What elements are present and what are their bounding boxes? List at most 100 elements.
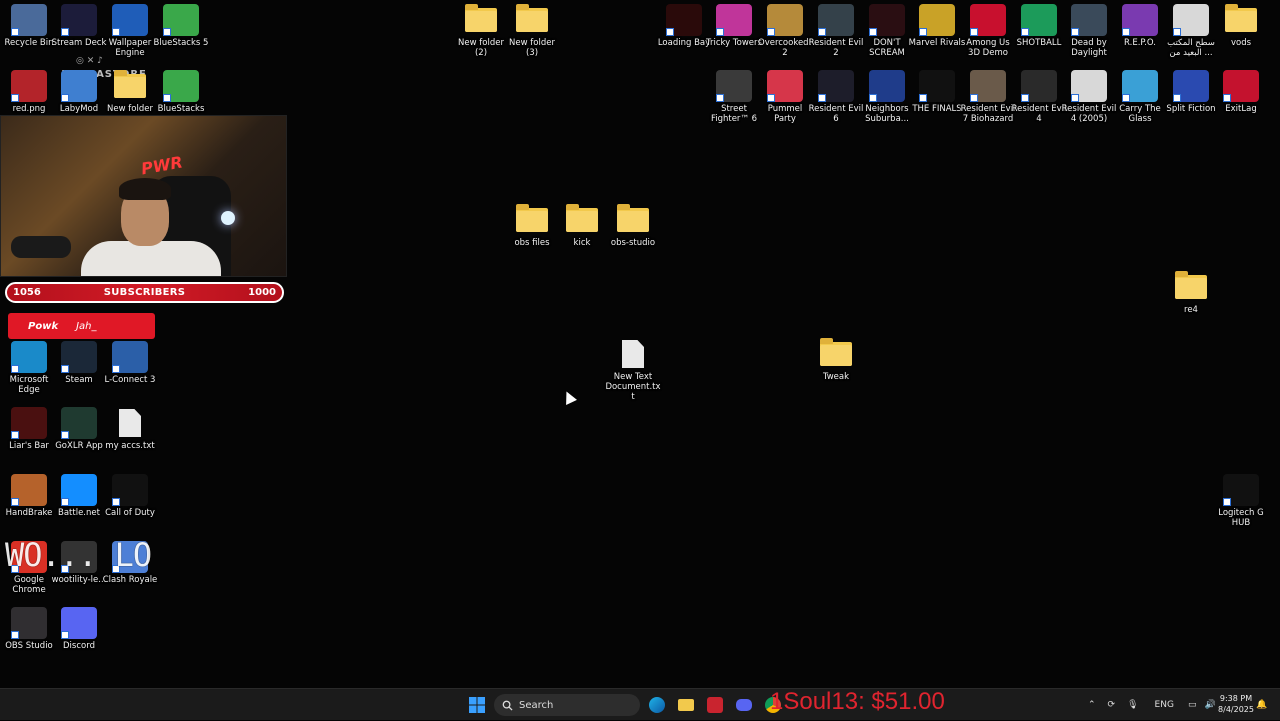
bell-icon: 🔔 (1256, 700, 1268, 710)
desktop-icon-label: New folder (107, 104, 153, 114)
carry-the-glass-icon (1122, 70, 1158, 102)
desktop-icon[interactable]: Among Us 3D Demo (959, 4, 1017, 58)
desktop-icon-label: Carry The Glass (1119, 104, 1161, 124)
desktop-icon[interactable]: Tweak (807, 338, 865, 382)
desktop-icon-label: Among Us 3D Demo (966, 38, 1010, 58)
folder-icon (114, 70, 146, 98)
desktop-icon[interactable]: Wallpaper Engine (101, 4, 159, 58)
desktop-icon-label: Resident Evil 7 Biohazard (960, 104, 1016, 124)
taskbar-search[interactable]: Search (494, 694, 640, 716)
taskbar-discord[interactable] (733, 694, 755, 716)
desktop-icon[interactable]: Resident Evil 6 (807, 70, 865, 124)
discord-icon (61, 607, 97, 639)
taskbar-app-red[interactable] (704, 694, 726, 716)
microphone-icon[interactable]: 🎙 (1127, 700, 1138, 710)
desktop-icon-label: Stream Deck (51, 38, 107, 48)
dont-scream-icon (869, 4, 905, 36)
webcam-feed: PWR (0, 115, 287, 277)
edge-icon (11, 341, 47, 373)
desktop-icon-label: Resident Evil 2 (808, 38, 864, 58)
desktop-icon-label: Steam (65, 375, 93, 385)
webcam-light (221, 211, 235, 225)
desktop-icon[interactable]: BlueStacks 5 (152, 4, 210, 48)
streamer-name-tag: Powk Jah_ (8, 313, 155, 339)
desktop-icon[interactable]: Call of Duty (101, 474, 159, 518)
folder-icon (566, 204, 598, 232)
resident-evil-icon (970, 70, 1006, 102)
desktop-icon[interactable]: Tricky Towers (705, 4, 763, 48)
streamer-name: Jah_ (76, 320, 97, 332)
edge-icon (649, 697, 665, 713)
clock-date: 8/4/2025 (1218, 705, 1254, 714)
desktop-icon[interactable]: Resident Evil 4 (2005) (1060, 70, 1118, 124)
desktop-icon[interactable]: my accs.txt (101, 407, 159, 451)
desktop-icon-label: Street Fighter™ 6 (710, 104, 758, 124)
desktop-icon[interactable]: Pummel Party (756, 70, 814, 124)
among-us-icon (970, 4, 1006, 36)
desktop-icon-label: R.E.P.O. (1124, 38, 1156, 48)
labymod-icon (61, 70, 97, 102)
desktop-icon-label: Marvel Rivals (908, 38, 966, 48)
desktop-icon[interactable]: New folder (3) (503, 4, 561, 58)
desktop-icon[interactable]: Dead by Daylight (1060, 4, 1118, 58)
desktop-icon[interactable]: LabyMod (50, 70, 108, 114)
start-button[interactable] (466, 694, 488, 716)
desktop-icon[interactable]: L-Connect 3 (101, 341, 159, 385)
desktop-icon[interactable]: Battle.net (50, 474, 108, 518)
desktop-icon[interactable]: Marvel Rivals (908, 4, 966, 48)
windows-icon (469, 697, 485, 713)
logitech-icon (1223, 474, 1259, 506)
desktop-icon[interactable]: Stream Deck (50, 4, 108, 48)
desktop-icon[interactable]: BlueStacks (152, 70, 210, 114)
desktop-icon[interactable]: Overcooked! 2 (756, 4, 814, 58)
remote-desktop-icon (1173, 4, 1209, 36)
desktop-icon[interactable]: Resident Evil 7 Biohazard (959, 70, 1017, 124)
webcam-neon-sign: PWR (139, 152, 185, 179)
desktop-icon[interactable]: obs-studio (604, 204, 662, 248)
taskbar-edge[interactable] (646, 694, 668, 716)
desktop-icon-label: New Text Document.txt (605, 372, 661, 402)
repo-icon (1122, 4, 1158, 36)
desktop-icon[interactable]: Discord (50, 607, 108, 651)
text-file-icon (119, 409, 141, 437)
street-fighter-icon (716, 70, 752, 102)
resident-evil-icon (1021, 70, 1057, 102)
sync-icon[interactable]: ⟳ (1108, 700, 1116, 710)
webcam-person-body (81, 241, 221, 276)
desktop-icon[interactable]: Resident Evil 2 (807, 4, 865, 58)
folder-icon (516, 204, 548, 232)
stream-overlay-text: WO... LO (5, 536, 152, 574)
text-file-icon (622, 340, 644, 368)
desktop-icon-label: Resident Evil 4 (2005) (1061, 104, 1117, 124)
folder-icon (617, 204, 649, 232)
desktop-icon[interactable]: vods (1212, 4, 1270, 48)
desktop-icon[interactable]: Logitech G HUB (1212, 474, 1270, 528)
dead-by-daylight-icon (1071, 4, 1107, 36)
desktop-icon[interactable]: Steam (50, 341, 108, 385)
taskbar-clock[interactable]: 9:38 PM 8/4/2025 (1214, 693, 1258, 715)
desktop-icon[interactable]: kick (553, 204, 611, 248)
desktop-icon[interactable]: GoXLR App (50, 407, 108, 451)
desktop-icon[interactable]: New Text Document.txt (604, 338, 662, 402)
desktop-icon[interactable]: Street Fighter™ 6 (705, 70, 763, 124)
language-indicator[interactable]: ENG (1155, 700, 1174, 710)
desktop-icon[interactable]: THE FINALS (908, 70, 966, 114)
network-icon[interactable]: ▭ (1188, 700, 1197, 710)
desktop-icon[interactable]: New folder (2) (452, 4, 510, 58)
desktop-icon[interactable]: R.E.P.O. (1111, 4, 1169, 48)
resident-evil-icon (1071, 70, 1107, 102)
desktop-icon-label: Resident Evil 6 (808, 104, 864, 124)
desktop-icon[interactable]: ExitLag (1212, 70, 1270, 114)
chevron-up-icon[interactable]: ⌃ (1088, 700, 1096, 710)
desktop-icon[interactable]: Carry The Glass (1111, 70, 1169, 124)
subscriber-goal-bar: 1056 SUBSCRIBERS 1000 (5, 282, 284, 303)
desktop-icon[interactable]: re4 (1162, 271, 1220, 315)
taskbar: Search 1Soul13: $51.00 ⌃ ⟳ 🎙 ENG ▭ 🔊 9:3… (0, 688, 1280, 720)
folder-icon (820, 338, 852, 366)
bluestacks-icon (163, 70, 199, 102)
desktop-icon[interactable]: New folder (101, 70, 159, 114)
the-finals-icon (919, 70, 955, 102)
taskbar-file-explorer[interactable] (675, 694, 697, 716)
desktop-icon-label: Discord (63, 641, 95, 651)
notification-button[interactable]: 🔔 (1256, 689, 1267, 721)
